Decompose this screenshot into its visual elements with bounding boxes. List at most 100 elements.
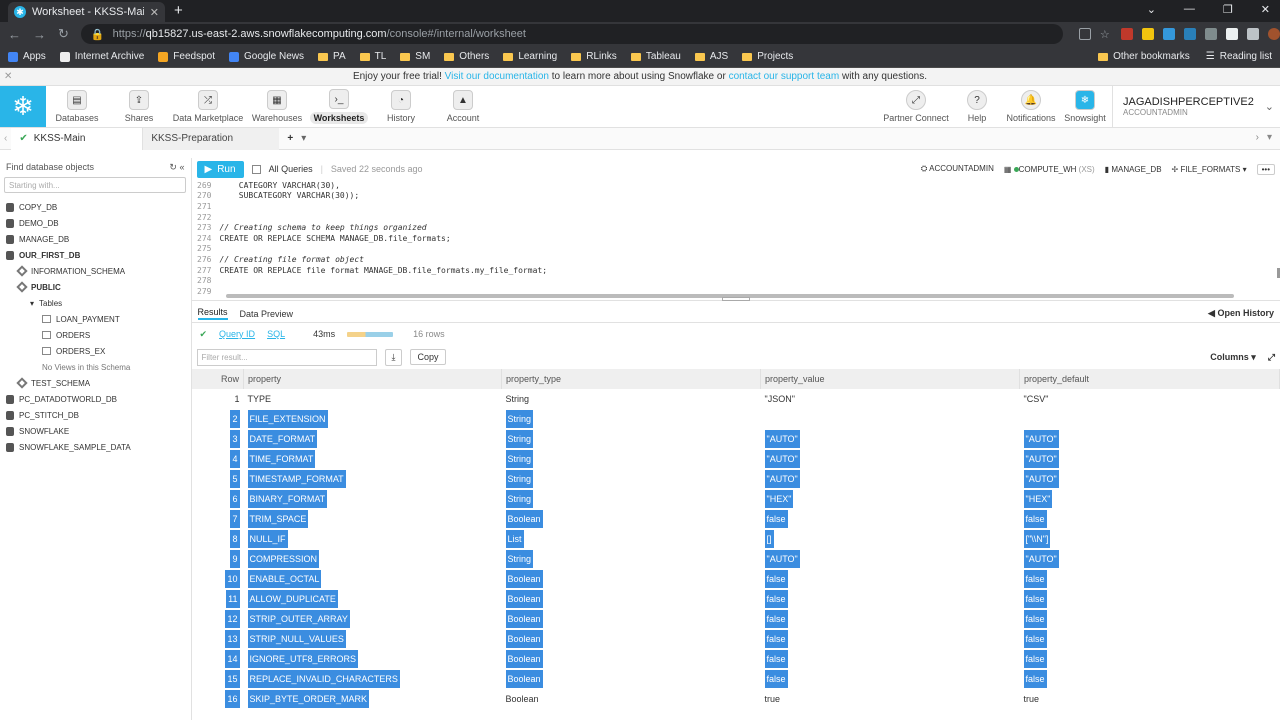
tabs-right-arrow-icon[interactable]: › bbox=[1256, 132, 1259, 143]
role-selector[interactable]: ⛭ ACCOUNTADMIN bbox=[921, 164, 994, 174]
table-cell[interactable]: false bbox=[1020, 509, 1280, 529]
table-cell[interactable]: "CSV" bbox=[1020, 389, 1280, 409]
table-cell[interactable]: true bbox=[761, 689, 1020, 709]
tabs-menu-icon[interactable]: ▾ bbox=[1267, 132, 1272, 143]
table-cell[interactable]: FILE_EXTENSION bbox=[244, 409, 502, 429]
table-cell[interactable]: "JSON" bbox=[761, 389, 1020, 409]
sql-link[interactable]: SQL bbox=[267, 329, 285, 339]
table-cell[interactable]: false bbox=[761, 629, 1020, 649]
table-row[interactable]: 8 NULL_IF List [] ["\\N"] bbox=[192, 529, 1280, 549]
table-cell[interactable]: String bbox=[502, 429, 761, 449]
tree-item-db[interactable]: COPY_DB bbox=[0, 199, 191, 215]
column-header[interactable]: property_value bbox=[760, 369, 1020, 389]
query-id-link[interactable]: Query ID bbox=[219, 329, 255, 339]
bookmark-item[interactable]: Projects bbox=[742, 51, 793, 62]
table-cell[interactable]: Boolean bbox=[502, 649, 761, 669]
nav-warehouses[interactable]: ▦ Warehouses bbox=[246, 86, 308, 127]
table-cell[interactable]: false bbox=[1020, 649, 1280, 669]
sql-editor[interactable]: 269 CATEGORY VARCHAR(30), 270 SUBCATEGORY… bbox=[192, 180, 1280, 300]
extensions-puzzle-icon[interactable] bbox=[1246, 28, 1259, 40]
bookmark-item[interactable]: TL bbox=[359, 51, 386, 62]
table-cell[interactable] bbox=[1020, 409, 1280, 429]
table-cell[interactable]: String bbox=[502, 469, 761, 489]
bookmark-item[interactable]: Google News bbox=[228, 51, 304, 62]
more-options-icon[interactable]: ••• bbox=[1256, 163, 1275, 175]
expand-icon[interactable]: ⤢ bbox=[1268, 352, 1275, 363]
add-worksheet-icon[interactable]: + bbox=[279, 133, 301, 144]
bookmark-item[interactable]: Others bbox=[444, 51, 489, 62]
tree-item-table[interactable]: ORDERS_EX bbox=[0, 343, 191, 359]
nav-notifications[interactable]: 🔔 Notifications bbox=[1004, 86, 1058, 127]
table-cell[interactable]: String bbox=[502, 549, 761, 569]
warehouse-selector[interactable]: ▦ COMPUTE_WH (XS) bbox=[1004, 165, 1095, 174]
table-row[interactable]: 9 COMPRESSION String "AUTO" "AUTO" bbox=[192, 549, 1280, 569]
column-header[interactable]: property_type bbox=[501, 369, 761, 389]
table-cell[interactable]: BINARY_FORMAT bbox=[244, 489, 502, 509]
extension-d-icon[interactable] bbox=[1183, 28, 1196, 40]
table-row[interactable]: 16 SKIP_BYTE_ORDER_MARK Boolean true true bbox=[192, 689, 1280, 709]
table-cell[interactable]: ENABLE_OCTAL bbox=[244, 569, 502, 589]
row-number-cell[interactable]: 15 bbox=[192, 669, 244, 689]
tree-item-db[interactable]: SNOWFLAKE bbox=[0, 423, 191, 439]
object-search-input[interactable]: Starting with... bbox=[4, 177, 186, 193]
table-cell[interactable]: Boolean bbox=[502, 609, 761, 629]
maximize-icon[interactable]: ❐ bbox=[1223, 3, 1233, 16]
tree-item-table[interactable]: LOAN_PAYMENT bbox=[0, 311, 191, 327]
table-cell[interactable]: Boolean bbox=[502, 509, 761, 529]
row-number-cell[interactable]: 7 bbox=[192, 509, 244, 529]
table-row[interactable]: 1 TYPE String "JSON" "CSV" bbox=[192, 389, 1280, 409]
bookmark-item[interactable]: Internet Archive bbox=[59, 51, 144, 62]
table-cell[interactable]: false bbox=[761, 589, 1020, 609]
tree-item-db[interactable]: PC_DATADOTWORLD_DB bbox=[0, 391, 191, 407]
filter-result-input[interactable]: Filter result... bbox=[196, 348, 377, 366]
table-row[interactable]: 4 TIME_FORMAT String "AUTO" "AUTO" bbox=[192, 449, 1280, 469]
row-number-cell[interactable]: 5 bbox=[192, 469, 244, 489]
table-row[interactable]: 2 FILE_EXTENSION String bbox=[192, 409, 1280, 429]
open-history-button[interactable]: ◀ Open History bbox=[1208, 308, 1274, 319]
star-icon[interactable]: ☆ bbox=[1100, 28, 1112, 41]
tree-item-schema[interactable]: PUBLIC bbox=[0, 279, 191, 295]
worksheet-dropdown-icon[interactable]: ▾ bbox=[301, 133, 306, 144]
bookmark-item[interactable]: Feedspot bbox=[158, 51, 215, 62]
row-number-cell[interactable]: 2 bbox=[192, 409, 244, 429]
nav-shares[interactable]: ⇪ Shares bbox=[108, 86, 170, 127]
run-button[interactable]: ▶ Run bbox=[196, 160, 244, 178]
table-cell[interactable]: false bbox=[1020, 609, 1280, 629]
nav-partner-connect[interactable]: ⤢ Partner Connect bbox=[882, 86, 950, 127]
row-number-cell[interactable]: 3 bbox=[192, 429, 244, 449]
row-number-cell[interactable]: 16 bbox=[192, 689, 244, 709]
table-cell[interactable]: false bbox=[1020, 569, 1280, 589]
table-cell[interactable]: Boolean bbox=[502, 589, 761, 609]
all-queries-checkbox[interactable] bbox=[251, 164, 261, 174]
table-row[interactable]: 14 IGNORE_UTF8_ERRORS Boolean false false bbox=[192, 649, 1280, 669]
minimize-icon[interactable]: — bbox=[1184, 3, 1195, 16]
table-cell[interactable]: false bbox=[761, 509, 1020, 529]
table-row[interactable]: 15 REPLACE_INVALID_CHARACTERS Boolean false… bbox=[192, 669, 1280, 689]
row-number-cell[interactable]: 10 bbox=[192, 569, 244, 589]
nav-data-marketplace[interactable]: ⤮ Data Marketplace bbox=[170, 86, 246, 127]
bookmark-item[interactable]: RLinks bbox=[571, 51, 617, 62]
table-cell[interactable]: false bbox=[761, 649, 1020, 669]
table-cell[interactable]: false bbox=[1020, 589, 1280, 609]
row-number-cell[interactable]: 12 bbox=[192, 609, 244, 629]
table-cell[interactable]: ["\\N"] bbox=[1020, 529, 1280, 549]
database-selector[interactable]: ▮ MANAGE_DB bbox=[1105, 165, 1162, 174]
tree-item-schema[interactable]: INFORMATION_SCHEMA bbox=[0, 263, 191, 279]
table-cell[interactable]: String bbox=[502, 449, 761, 469]
nav-snowsight[interactable]: ❄ Snowsight bbox=[1058, 86, 1112, 127]
worksheet-tab-preparation[interactable]: KKSS-Preparation bbox=[143, 127, 280, 150]
tree-item-table[interactable]: ORDERS bbox=[0, 327, 191, 343]
table-cell[interactable]: TRIM_SPACE bbox=[244, 509, 502, 529]
close-banner-icon[interactable]: ✕ bbox=[4, 68, 12, 86]
extension-yellow-icon[interactable] bbox=[1141, 28, 1154, 40]
extension-gray-icon[interactable] bbox=[1204, 28, 1217, 40]
nav-account[interactable]: ▲ Account bbox=[432, 86, 494, 127]
nav-history[interactable]: ◔ History bbox=[370, 86, 432, 127]
table-cell[interactable]: false bbox=[761, 609, 1020, 629]
bookmark-item[interactable]: Tableau bbox=[630, 51, 681, 62]
row-number-cell[interactable]: 11 bbox=[192, 589, 244, 609]
table-cell[interactable]: false bbox=[761, 669, 1020, 689]
columns-menu-button[interactable]: Columns ▾ bbox=[1210, 352, 1256, 363]
refresh-icon[interactable]: ↻ bbox=[169, 162, 177, 172]
share-icon[interactable] bbox=[1078, 28, 1091, 40]
